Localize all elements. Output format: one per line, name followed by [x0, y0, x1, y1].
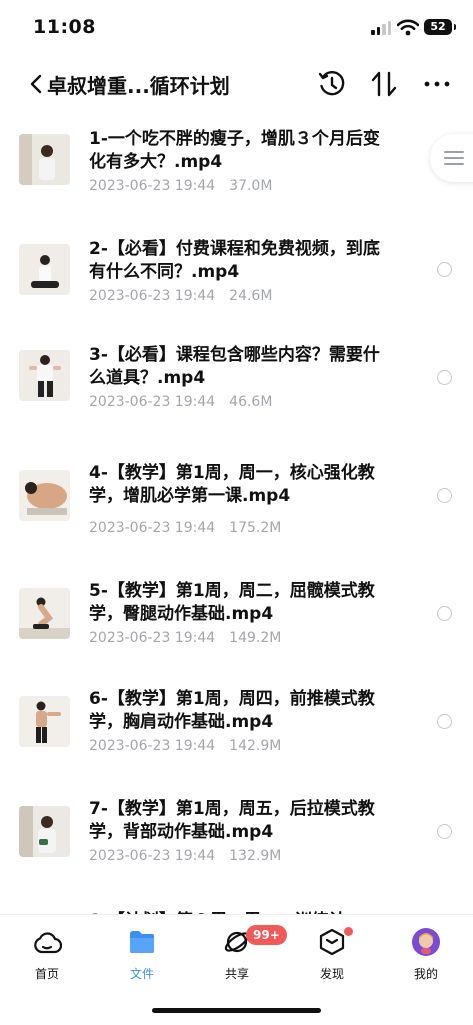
file-meta: 2023-06-23 19:44 175.2M: [89, 520, 281, 536]
file-name: 5-【教学】第1周，周二，屈髋模式教学，臀腿动作基础.mp4: [89, 581, 375, 624]
list-item[interactable]: 6-【教学】第1周，周四，前推模式教学，胸肩动作基础.mp4 2023-06-2…: [0, 688, 473, 798]
file-date: 2023-06-23 19:44: [89, 394, 216, 410]
notification-dot: [344, 927, 353, 936]
home-indicator: [152, 1008, 321, 1013]
tab-home[interactable]: 首页: [7, 915, 87, 995]
file-name: 7-【教学】第1周，周五，后拉模式教学，背部动作基础.mp4: [89, 799, 375, 842]
video-thumbnail: [19, 244, 70, 295]
list-item[interactable]: 2-【必看】付费课程和免费视频，到底有什么不同？.mp4 2023-06-23 …: [0, 234, 473, 344]
video-thumbnail: [19, 470, 70, 521]
file-meta: 2023-06-23 19:44 37.0M: [89, 178, 272, 194]
select-radio[interactable]: [437, 714, 452, 729]
list-item[interactable]: 4-【教学】第1周，周一，核心强化教学，增肌必学第一课.mp4 2023-06-…: [0, 462, 473, 572]
tab-label: 发现: [319, 967, 344, 981]
cloud-icon: [34, 932, 62, 954]
list-item[interactable]: 3-【必看】课程包含哪些内容？需要什么道具？.mp4 2023-06-23 19…: [0, 344, 473, 454]
notification-badge: 99+: [246, 925, 287, 945]
select-radio[interactable]: [437, 488, 452, 503]
avatar-icon: [412, 928, 440, 956]
tab-profile[interactable]: 我的: [386, 915, 466, 995]
video-thumbnail: [19, 134, 70, 185]
select-radio[interactable]: [437, 370, 452, 385]
file-meta: 2023-06-23 19:44 142.9M: [89, 738, 281, 754]
video-thumbnail: [19, 350, 70, 401]
file-meta: 2023-06-23 19:44 24.6M: [89, 288, 272, 304]
tab-discover[interactable]: 发现: [292, 915, 372, 995]
file-name: 3-【必看】课程包含哪些内容？需要什么道具？.mp4: [89, 345, 380, 388]
folder-icon: [130, 931, 154, 953]
status-time: 11:08: [33, 16, 96, 38]
video-thumbnail: [19, 588, 70, 639]
file-date: 2023-06-23 19:44: [89, 738, 216, 754]
file-size: 24.6M: [229, 288, 273, 304]
cube-icon: [319, 928, 345, 956]
tab-label: 文件: [129, 967, 154, 981]
file-size: 132.9M: [229, 848, 282, 864]
file-date: 2023-06-23 19:44: [89, 178, 216, 194]
file-meta: 2023-06-23 19:44 132.9M: [89, 848, 281, 864]
file-meta: 2023-06-23 19:44 149.2M: [89, 630, 281, 646]
file-size: 175.2M: [229, 520, 282, 536]
chevron-left-icon[interactable]: [26, 71, 48, 97]
nav-header: 卓叔增重...循环计划: [0, 56, 473, 112]
select-radio[interactable]: [437, 262, 452, 277]
tab-label: 我的: [413, 967, 438, 981]
sort-arrows-icon[interactable]: [368, 68, 400, 100]
file-name: 1-一个吃不胖的瘦子，增肌３个月后变化有多大？.mp4: [89, 129, 380, 172]
tab-label: 首页: [34, 967, 59, 981]
tab-files[interactable]: 文件: [102, 915, 182, 995]
list-item[interactable]: 5-【教学】第1周，周二，屈髋模式教学，臀腿动作基础.mp4 2023-06-2…: [0, 580, 473, 690]
file-name: 2-【必看】付费课程和免费视频，到底有什么不同？.mp4: [89, 239, 380, 282]
more-dots-icon[interactable]: [422, 68, 454, 100]
history-clock-icon[interactable]: [316, 68, 348, 100]
cellular-signal-icon: [371, 21, 393, 35]
file-size: 149.2M: [229, 630, 282, 646]
file-size: 46.6M: [229, 394, 273, 410]
file-meta: 2023-06-23 19:44 46.6M: [89, 394, 272, 410]
file-date: 2023-06-23 19:44: [89, 520, 216, 536]
tab-label: 共享: [224, 967, 249, 981]
select-radio[interactable]: [437, 824, 452, 839]
page-title: 卓叔增重...循环计划: [47, 74, 230, 98]
select-radio[interactable]: [437, 606, 452, 621]
list-item[interactable]: 7-【教学】第1周，周五，后拉模式教学，背部动作基础.mp4 2023-06-2…: [0, 798, 473, 908]
status-bar: 11:08 52: [0, 0, 473, 56]
list-item[interactable]: 1-一个吃不胖的瘦子，增肌３个月后变化有多大？.mp4 2023-06-23 1…: [0, 124, 473, 234]
file-name: 6-【教学】第1周，周四，前推模式教学，胸肩动作基础.mp4: [89, 689, 375, 732]
file-date: 2023-06-23 19:44: [89, 288, 216, 304]
file-size: 142.9M: [229, 738, 282, 754]
video-thumbnail: [19, 806, 70, 857]
wifi-icon: [397, 19, 419, 36]
file-name: 4-【教学】第1周，周一，核心强化教学，增肌必学第一课.mp4: [89, 463, 375, 506]
file-date: 2023-06-23 19:44: [89, 630, 216, 646]
file-size: 37.0M: [229, 178, 273, 194]
video-thumbnail: [19, 696, 70, 747]
file-date: 2023-06-23 19:44: [89, 848, 216, 864]
battery-icon: 52: [424, 19, 456, 35]
